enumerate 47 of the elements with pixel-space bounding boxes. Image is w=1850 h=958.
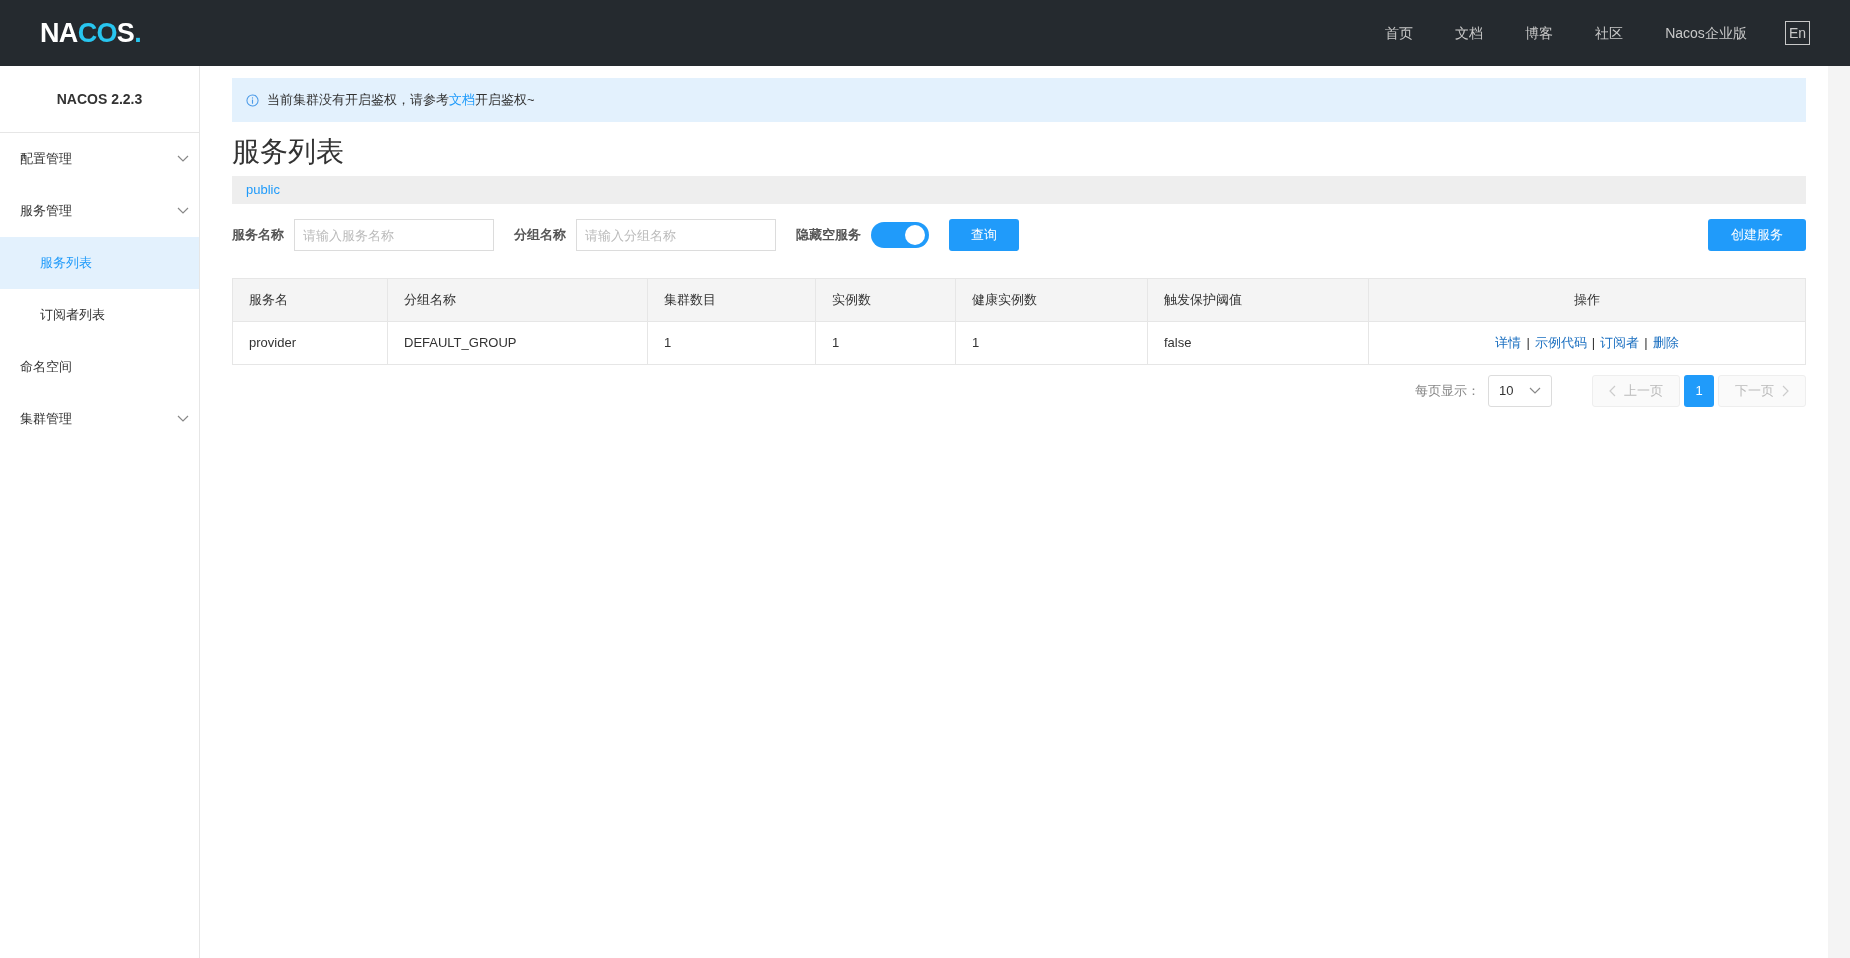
group-name-field[interactable]: 请输入分组名称 [576, 219, 776, 251]
column-header: 集群数目 [647, 278, 816, 322]
chevron-down-icon [1529, 387, 1541, 395]
table-cell: 1 [647, 321, 816, 365]
notice-text: 当前集群没有开启鉴权，请参考文档开启鉴权~ [267, 91, 535, 110]
table-cell: provider [232, 321, 388, 365]
chevron-right-icon [1782, 385, 1789, 397]
column-header: 分组名称 [387, 278, 648, 322]
action-link[interactable]: 删除 [1652, 335, 1679, 351]
separator-text: | [1526, 335, 1530, 351]
column-header: 实例数 [815, 278, 956, 322]
nacos-logo[interactable]: NACOS. [40, 12, 141, 54]
action-link[interactable]: 订阅者 [1600, 335, 1640, 351]
version-label: NACOS 2.2.3 [0, 66, 199, 133]
filter-label: 分组名称 [514, 226, 566, 245]
page-size-select[interactable]: 10 [1488, 375, 1552, 407]
menu-item[interactable]: 服务管理 [0, 185, 199, 237]
language-button[interactable]: En [1784, 21, 1810, 45]
submenu-item[interactable]: 订阅者列表 [0, 289, 199, 341]
toggle-switch[interactable] [871, 222, 929, 248]
action-link[interactable]: 详情 [1495, 335, 1522, 351]
column-header: 服务名 [232, 278, 388, 322]
info-icon [246, 93, 259, 107]
nav-link[interactable]: Nacos企业版 [1665, 22, 1747, 44]
menu-item[interactable]: 配置管理 [0, 133, 199, 185]
column-header: 健康实例数 [955, 278, 1148, 322]
page-title: 服务列表 [232, 135, 345, 169]
nav-link[interactable]: 首页 [1385, 22, 1414, 44]
table-cell: 1 [815, 321, 956, 365]
chevron-left-icon [1609, 385, 1616, 397]
filter-label: 服务名称 [232, 226, 284, 245]
separator-text: | [1591, 335, 1596, 351]
filter-label: 隐藏空服务 [796, 226, 861, 245]
nav-link[interactable]: 博客 [1525, 22, 1554, 44]
action-link[interactable]: 示例代码 [1534, 335, 1587, 351]
page-size-label: 每页显示： [1415, 382, 1480, 401]
menu-item[interactable]: 命名空间 [0, 341, 199, 393]
column-header: 触发保护阈值 [1147, 278, 1369, 322]
table-cell: false [1147, 321, 1369, 365]
menu-item[interactable]: 集群管理 [0, 393, 199, 445]
nav-link[interactable]: 社区 [1595, 22, 1624, 44]
table-cell: 1 [955, 321, 1148, 365]
column-header: 操作 [1368, 278, 1806, 322]
table-cell: DEFAULT_GROUP [387, 321, 648, 365]
service-name-field[interactable]: 请输入服务名称 [294, 219, 494, 251]
nav-link[interactable]: 文档 [1455, 22, 1484, 44]
separator-text: | [1644, 335, 1648, 351]
